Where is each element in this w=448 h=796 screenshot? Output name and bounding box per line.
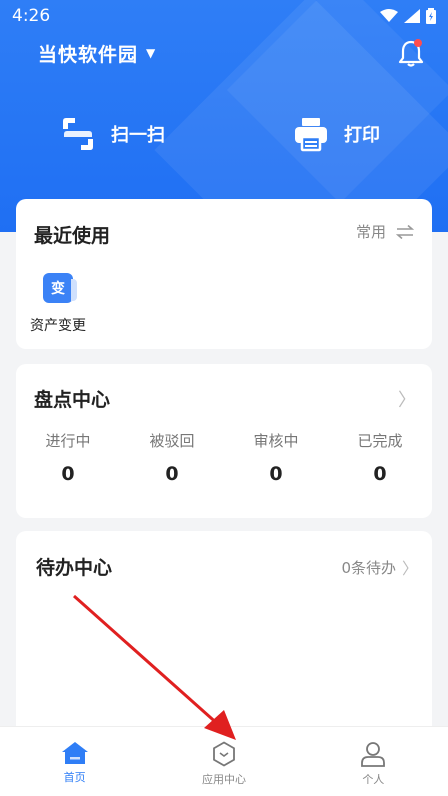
inventory-card[interactable]: 盘点中心 〉 进行中 0 被驳回 0 审核中 0 已完成 0 bbox=[16, 364, 432, 518]
status-bar: 4:26 bbox=[0, 0, 448, 32]
org-selector[interactable]: 当快软件园 bbox=[38, 40, 138, 67]
wifi-icon bbox=[380, 9, 398, 22]
asset-change-icon: 变 bbox=[43, 273, 77, 303]
header-row: 当快软件园 ▼ bbox=[38, 36, 424, 70]
stat-under-review[interactable]: 审核中 0 bbox=[224, 430, 328, 485]
stat-value: 0 bbox=[373, 463, 387, 485]
chevron-right-icon: 〉 bbox=[401, 559, 418, 578]
frequent-label: 常用 bbox=[355, 223, 386, 241]
stat-rejected[interactable]: 被驳回 0 bbox=[120, 430, 224, 485]
app-label: 资产变更 bbox=[30, 318, 86, 334]
recent-card: 最近使用 常用 变 资产变更 bbox=[16, 199, 432, 349]
stat-label: 被驳回 bbox=[149, 432, 195, 450]
print-button[interactable]: 打印 bbox=[224, 106, 448, 162]
bottom-tab-bar: 首页 应用中心 个人 bbox=[0, 726, 448, 796]
recent-title: 最近使用 bbox=[34, 225, 111, 247]
scan-button[interactable]: 扫一扫 bbox=[0, 106, 224, 162]
stat-label: 审核中 bbox=[253, 432, 299, 450]
tab-home[interactable]: 首页 bbox=[0, 727, 149, 796]
scan-label: 扫一扫 bbox=[111, 125, 165, 146]
tab-personal[interactable]: 个人 bbox=[299, 727, 448, 796]
todo-title: 待办中心 bbox=[36, 557, 113, 579]
stat-value: 0 bbox=[61, 463, 75, 485]
inventory-title: 盘点中心 bbox=[34, 389, 111, 411]
todo-link[interactable]: 0条待办 〉 bbox=[341, 555, 418, 579]
inventory-stats: 进行中 0 被驳回 0 审核中 0 已完成 0 bbox=[16, 430, 432, 485]
frequent-toggle[interactable]: 常用 bbox=[356, 221, 414, 242]
app-center-icon bbox=[213, 741, 235, 767]
stat-value: 0 bbox=[165, 463, 179, 485]
todo-card: 待办中心 0条待办 〉 bbox=[16, 531, 432, 731]
todo-count: 0条待办 bbox=[341, 558, 396, 577]
tab-label: 个人 bbox=[362, 773, 385, 786]
scan-icon bbox=[63, 118, 93, 150]
home-icon bbox=[61, 742, 88, 764]
battery-icon bbox=[426, 8, 436, 24]
print-label: 打印 bbox=[344, 125, 380, 146]
stat-value: 0 bbox=[269, 463, 283, 485]
app-asset-change[interactable]: 变 资产变更 bbox=[28, 273, 88, 335]
tab-label: 首页 bbox=[63, 771, 86, 784]
status-time: 4:26 bbox=[12, 6, 51, 26]
stat-label: 已完成 bbox=[357, 432, 403, 450]
tab-app-center[interactable]: 应用中心 bbox=[149, 727, 298, 796]
caret-down-icon[interactable]: ▼ bbox=[146, 46, 155, 60]
chevron-right-icon[interactable]: 〉 bbox=[398, 386, 416, 412]
quick-actions: 扫一扫 打印 bbox=[0, 106, 448, 162]
bell-icon bbox=[398, 39, 424, 67]
stat-label: 进行中 bbox=[45, 432, 91, 450]
signal-icon bbox=[404, 9, 420, 23]
notification-bell-button[interactable] bbox=[398, 38, 424, 68]
stat-completed[interactable]: 已完成 0 bbox=[328, 430, 432, 485]
printer-icon bbox=[295, 118, 327, 152]
person-icon bbox=[361, 742, 386, 767]
stat-in-progress[interactable]: 进行中 0 bbox=[16, 430, 120, 485]
tab-label: 应用中心 bbox=[201, 773, 246, 786]
swap-icon bbox=[396, 224, 414, 239]
